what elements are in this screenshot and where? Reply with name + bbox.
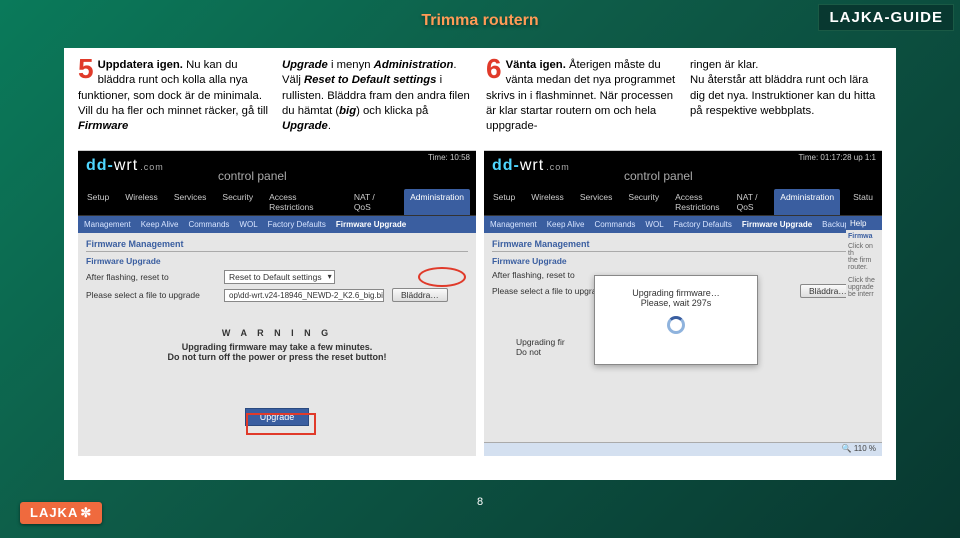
time-label: Time: 10:58	[428, 153, 470, 162]
subtab-commands[interactable]: Commands	[189, 220, 230, 229]
zoom-indicator[interactable]: 🔍 110 %	[842, 444, 876, 453]
section-title: Firmware Management	[86, 239, 468, 252]
reset-row: After flashing, reset to Reset to Defaul…	[86, 270, 468, 284]
router-header: Time: 10:58 dd-wrt.com control panel	[78, 151, 476, 189]
screenshot-left: Time: 10:58 dd-wrt.com control panel Set…	[78, 150, 476, 456]
tab-administration[interactable]: Administration	[404, 189, 470, 215]
warning-block: W A R N I N G Upgrading firmware may tak…	[86, 328, 468, 362]
subtab-keepalive[interactable]: Keep Alive	[141, 220, 179, 229]
file-label: Please select a file to upgrade	[86, 290, 216, 300]
warning-line1: Upgrading firmware may take a few minute…	[86, 342, 468, 352]
dialog-line2: Please, wait 297s	[595, 298, 757, 308]
gear-icon: ✼	[80, 505, 92, 520]
subsection-title: Firmware Upgrade	[86, 256, 468, 266]
screenshot-right: Time: 01:17:28 up 1:1 dd-wrt.com control…	[484, 150, 882, 456]
article-columns: 5 Uppdatera igen. Nu kan du bläddra runt…	[78, 58, 882, 144]
column-1: 5 Uppdatera igen. Nu kan du bläddra runt…	[78, 58, 270, 144]
dialog-line1: Upgrading firmware…	[595, 288, 757, 298]
secondary-tabs-2: Management Keep Alive Commands WOL Facto…	[484, 216, 882, 233]
column-4: ringen är klar. Nu återstår att bläddra …	[690, 58, 882, 144]
step-number-5: 5	[78, 58, 94, 80]
step-number-6: 6	[486, 58, 502, 80]
time-label-2: Time: 01:17:28 up 1:1	[798, 153, 876, 162]
file-input[interactable]: op\dd-wrt.v24-18946_NEWD-2_K2.6_big.bin	[224, 289, 384, 302]
subtab-management[interactable]: Management	[84, 220, 131, 229]
tab-nat[interactable]: NAT / QoS	[351, 189, 394, 215]
file-row: Please select a file to upgrade op\dd-wr…	[86, 288, 468, 302]
tab-access[interactable]: Access Restrictions	[266, 189, 341, 215]
spinner-icon	[667, 316, 685, 334]
upgrade-button[interactable]: Upgrade	[245, 408, 310, 426]
browser-statusbar: 🔍 110 %	[484, 442, 882, 456]
primary-tabs-2: Setup Wireless Services Security Access …	[484, 189, 882, 216]
subtab-wol[interactable]: WOL	[239, 220, 257, 229]
page-number: 8	[477, 496, 483, 508]
content-box: 5 Uppdatera igen. Nu kan du bläddra runt…	[64, 48, 896, 480]
tab-services[interactable]: Services	[171, 189, 210, 215]
router-header-2: Time: 01:17:28 up 1:1 dd-wrt.com control…	[484, 151, 882, 189]
column-3: 6 Vänta igen. Återigen måste du vänta me…	[486, 58, 678, 144]
panel-body: Firmware Management Firmware Upgrade Aft…	[78, 233, 476, 432]
subtab-firmware[interactable]: Firmware Upgrade	[336, 220, 406, 229]
warning-title: W A R N I N G	[86, 328, 468, 338]
tab-wireless[interactable]: Wireless	[122, 189, 161, 215]
ddwrt-logo-2: dd-wrt.com	[492, 157, 570, 174]
secondary-tabs: Management Keep Alive Commands WOL Facto…	[78, 216, 476, 233]
screenshots-row: Time: 10:58 dd-wrt.com control panel Set…	[78, 150, 882, 456]
ddwrt-logo: dd-wrt.com	[86, 157, 164, 174]
control-panel-label-2: control panel	[624, 169, 693, 183]
tab-security[interactable]: Security	[219, 189, 256, 215]
guide-badge: LAJKA-GUIDE	[818, 4, 954, 31]
tab-setup[interactable]: Setup	[84, 189, 112, 215]
control-panel-label: control panel	[218, 169, 287, 183]
reset-label: After flashing, reset to	[86, 272, 216, 282]
help-header[interactable]: Help	[846, 217, 882, 230]
subtab-factory[interactable]: Factory Defaults	[268, 220, 326, 229]
browse-button[interactable]: Bläddra…	[392, 288, 448, 302]
warning-line2: Do not turn off the power or press the r…	[86, 352, 468, 362]
primary-tabs: Setup Wireless Services Security Access …	[78, 189, 476, 216]
reset-select[interactable]: Reset to Default settings	[224, 270, 335, 284]
page-title: Trimma routern	[421, 12, 538, 30]
lajka-logo: LAJKA✼	[20, 502, 102, 524]
progress-dialog: Upgrading firmware… Please, wait 297s	[594, 275, 758, 365]
column-2: Upgrade i menyn Administration. Välj Res…	[282, 58, 474, 144]
help-sidebar: Help Firmwa Click on th the firm router.…	[846, 217, 882, 298]
